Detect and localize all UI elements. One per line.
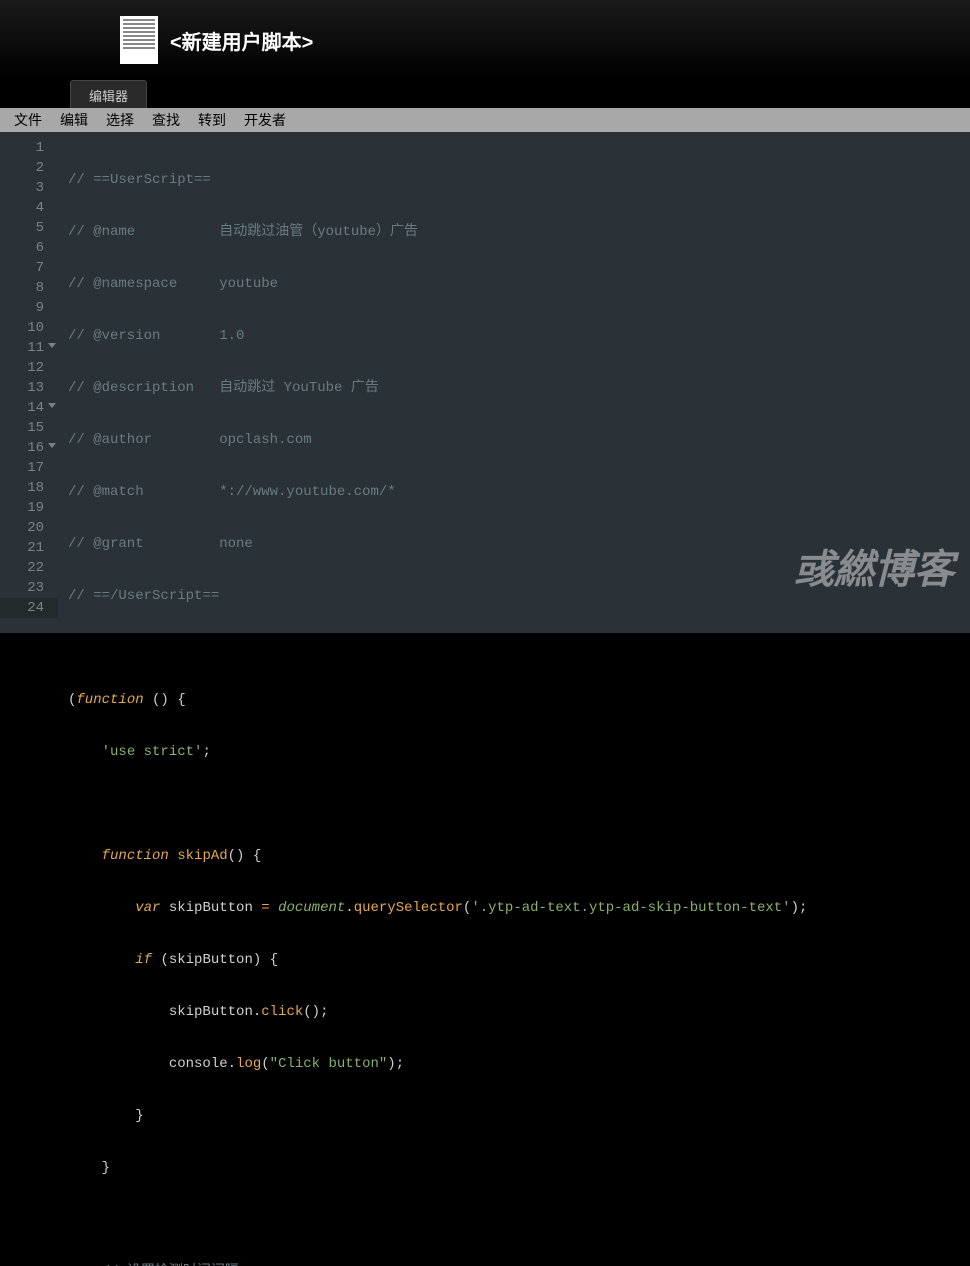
line-number[interactable]: 10 <box>0 318 58 338</box>
line-number[interactable]: 21 <box>0 538 58 558</box>
line-number[interactable]: 7 <box>0 258 58 278</box>
code-comment: // ==/UserScript== <box>68 588 219 604</box>
line-number[interactable]: 14 <box>0 398 58 418</box>
menubar: 文件 编辑 选择 查找 转到 开发者 <box>0 108 970 132</box>
keyword-function: function <box>102 848 169 864</box>
line-number[interactable]: 4 <box>0 198 58 218</box>
menu-goto[interactable]: 转到 <box>198 110 226 130</box>
identifier: skipButton <box>169 1004 253 1020</box>
line-number[interactable]: 19 <box>0 498 58 518</box>
line-number[interactable]: 8 <box>0 278 58 298</box>
line-number[interactable]: 2 <box>0 158 58 178</box>
line-number[interactable]: 9 <box>0 298 58 318</box>
line-number[interactable]: 15 <box>0 418 58 438</box>
menu-edit[interactable]: 编辑 <box>60 110 88 130</box>
line-number[interactable]: 6 <box>0 238 58 258</box>
method: querySelector <box>354 900 463 916</box>
line-number[interactable]: 24 <box>0 598 58 618</box>
line-number[interactable]: 23 <box>0 578 58 598</box>
keyword-function: function <box>76 692 143 708</box>
string-literal: 'use strict' <box>102 744 203 760</box>
method: click <box>261 1004 303 1020</box>
code-comment: // @description 自动跳过 YouTube 广告 <box>68 380 379 396</box>
tabs-row: 编辑器 <box>0 80 970 108</box>
object: document <box>278 900 345 916</box>
line-number[interactable]: 22 <box>0 558 58 578</box>
code-comment: // @namespace youtube <box>68 276 278 292</box>
code-editor[interactable]: 123456789101112131415161718192021222324 … <box>0 132 970 633</box>
document-icon <box>120 16 158 64</box>
fold-marker-icon[interactable] <box>48 343 56 348</box>
script-title: <新建用户脚本> <box>170 26 313 55</box>
string-literal: '.ytp-ad-text.ytp-ad-skip-button-text' <box>471 900 790 916</box>
line-gutter[interactable]: 123456789101112131415161718192021222324 <box>0 132 58 633</box>
line-number[interactable]: 5 <box>0 218 58 238</box>
string-literal: "Click button" <box>270 1056 388 1072</box>
fold-marker-icon[interactable] <box>48 443 56 448</box>
identifier: console <box>169 1056 228 1072</box>
tab-editor[interactable]: 编辑器 <box>70 80 147 108</box>
line-number[interactable]: 20 <box>0 518 58 538</box>
line-number[interactable]: 18 <box>0 478 58 498</box>
header: <新建用户脚本> <box>0 0 970 80</box>
line-number[interactable]: 12 <box>0 358 58 378</box>
line-number[interactable]: 16 <box>0 438 58 458</box>
fold-marker-icon[interactable] <box>48 403 56 408</box>
menu-developer[interactable]: 开发者 <box>244 110 286 130</box>
keyword-var: var <box>135 900 160 916</box>
menu-find[interactable]: 查找 <box>152 110 180 130</box>
code-comment: // @name 自动跳过油管（youtube）广告 <box>68 224 418 240</box>
code-comment: // 设置检测时间间隔 <box>102 1264 239 1266</box>
code-area[interactable]: // ==UserScript== // @name 自动跳过油管（youtub… <box>58 132 970 633</box>
identifier: skipButton <box>169 900 253 916</box>
line-number[interactable]: 3 <box>0 178 58 198</box>
line-number[interactable]: 17 <box>0 458 58 478</box>
line-number[interactable]: 1 <box>0 138 58 158</box>
code-comment: // @match *://www.youtube.com/* <box>68 484 396 500</box>
identifier: skipButton <box>169 952 253 968</box>
code-comment: // @grant none <box>68 536 253 552</box>
method: log <box>236 1056 261 1072</box>
code-comment: // @version 1.0 <box>68 328 244 344</box>
menu-file[interactable]: 文件 <box>14 110 42 130</box>
line-number[interactable]: 13 <box>0 378 58 398</box>
code-comment: // ==UserScript== <box>68 172 211 188</box>
line-number[interactable]: 11 <box>0 338 58 358</box>
code-comment: // @author opclash.com <box>68 432 312 448</box>
menu-select[interactable]: 选择 <box>106 110 134 130</box>
function-name: skipAd <box>177 848 227 864</box>
keyword-if: if <box>135 952 152 968</box>
